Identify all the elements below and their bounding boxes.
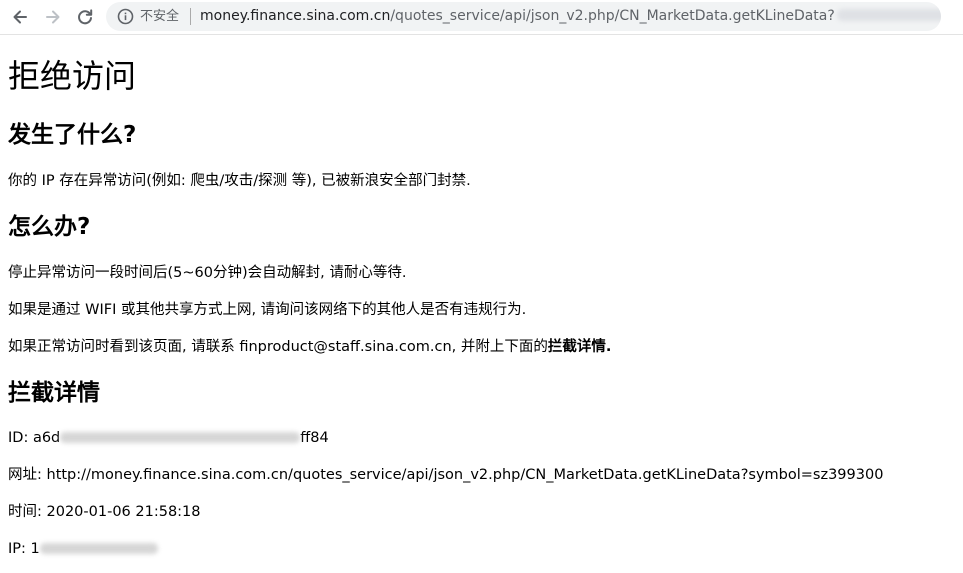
heading-what-happened: 发生了什么? (8, 122, 137, 148)
address-bar[interactable]: 不安全 money.finance.sina.com.cn/quotes_ser… (106, 2, 941, 31)
detail-url-row: 网址: http://money.finance.sina.com.cn/quo… (8, 464, 883, 486)
url-host: money.finance.sina.com.cn (200, 8, 391, 24)
heading-block-details: 拦截详情 (8, 380, 100, 406)
detail-ip-start: 1 (30, 541, 40, 557)
back-button[interactable] (8, 5, 32, 29)
detail-id-row: ID: a6d ff84 (8, 427, 329, 449)
contact-text: 如果正常访问时看到该页面, 请联系 finproduct@staff.sina.… (8, 339, 548, 355)
heading-what-to-do: 怎么办? (8, 214, 91, 240)
info-icon[interactable] (117, 8, 134, 25)
forward-button[interactable] (41, 5, 65, 29)
page-title: 拒绝访问 (8, 57, 137, 95)
blurred-query-string (836, 9, 941, 21)
detail-id-end: ff84 (300, 430, 329, 446)
what-to-do-line-2: 如果是通过 WIFI 或其他共享方式上网, 请询问该网络下的其他人是否有违规行为… (8, 302, 527, 318)
blurred-ip-segment (39, 543, 158, 554)
detail-url-value: http://money.finance.sina.com.cn/quotes_… (46, 467, 884, 483)
what-to-do-line-3: 如果正常访问时看到该页面, 请联系 finproduct@staff.sina.… (8, 336, 611, 358)
detail-time-label: 时间: (8, 504, 47, 520)
detail-ip-label: IP: (8, 541, 31, 557)
browser-toolbar: 不安全 money.finance.sina.com.cn/quotes_ser… (0, 0, 963, 35)
detail-time-value: 2020-01-06 21:58:18 (46, 504, 201, 520)
detail-time-row: 时间: 2020-01-06 21:58:18 (8, 501, 201, 523)
security-status-label[interactable]: 不安全 (140, 8, 179, 25)
what-happened-text: 你的 IP 存在异常访问(例如: 爬虫/攻击/探测 等), 已被新浪安全部门封禁… (8, 173, 471, 189)
back-arrow-icon (13, 10, 27, 24)
what-to-do-line-1: 停止异常访问一段时间后(5~60分钟)会自动解封, 请耐心等待. (8, 265, 407, 281)
reload-icon (78, 9, 93, 25)
url-text[interactable]: money.finance.sina.com.cn/quotes_service… (200, 7, 941, 26)
url-path: /quotes_service/api/json_v2.php/CN_Marke… (390, 8, 835, 24)
block-details-reference: 拦截详情. (547, 339, 612, 355)
reload-button[interactable] (73, 5, 97, 29)
address-divider (190, 8, 191, 25)
blurred-id-segment (60, 432, 301, 443)
forward-arrow-icon (46, 10, 60, 24)
detail-id-label: ID: (8, 430, 33, 446)
detail-url-label: 网址: (8, 467, 47, 483)
detail-ip-row: IP: 1 (8, 538, 158, 560)
detail-id-start: a6d (32, 430, 61, 446)
